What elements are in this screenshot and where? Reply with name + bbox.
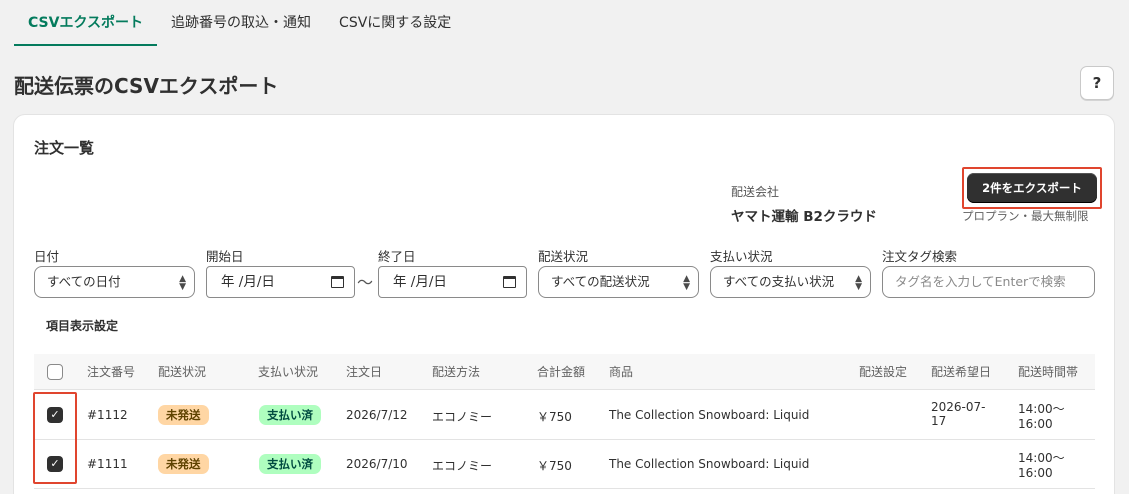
help-button[interactable]: ? [1080,66,1114,100]
time-slot: 14:00〜 16:00 [1018,400,1065,431]
start-date-value: 年 /月/日 [221,274,275,290]
page-title: 配送伝票のCSVエクスポート [14,74,279,98]
range-separator: 〜 [357,273,374,292]
ship-status-select[interactable]: すべての配送状況 ▲ ▼ [538,266,699,298]
ship-status-label: 配送状況 [538,249,589,264]
column-header: 注文日 [346,365,383,379]
plan-note: プロプラン・最大無制限 [962,209,1089,223]
calendar-icon[interactable] [503,276,516,288]
table-row[interactable]: ✓ #1112 未発送 支払い済 2026/7/12 エコノミー ￥750 Th… [34,391,1095,440]
checkbox-highlight-frame [33,392,77,484]
calendar-icon[interactable] [331,276,344,288]
time-slot-line: 16:00 [1018,417,1053,431]
time-slot-line: 14:00〜 [1018,402,1065,416]
export-button[interactable]: 2件をエクスポート [967,173,1097,203]
order-date: 2026/7/12 [346,408,408,422]
order-total: ￥750 [537,410,572,424]
tab-csv-settings[interactable]: CSVに関する設定 [325,0,465,46]
order-date: 2026/7/10 [346,457,408,471]
date-filter-label: 日付 [34,249,60,264]
time-slot: 14:00〜 16:00 [1018,449,1065,480]
tag-search-label: 注文タグ検索 [882,249,958,264]
column-header: 支払い状況 [258,365,319,379]
card-title: 注文一覧 [34,139,95,157]
table-row[interactable]: ✓ #1111 未発送 支払い済 2026/7/10 エコノミー ￥750 Th… [34,440,1095,489]
tab-bar: CSVエクスポート 追跡番号の取込・通知 CSVに関する設定 [14,0,465,46]
carrier-name: ヤマト運輸 B2クラウド [731,209,877,225]
order-total: ￥750 [537,459,572,473]
start-date-input[interactable]: 年 /月/日 [206,266,355,298]
column-header: 注文番号 [87,365,136,379]
column-header: 配送方法 [432,365,481,379]
pay-status-badge: 支払い済 [259,454,321,474]
end-date-label: 終了日 [378,249,416,264]
select-chevron-icon: ▲ ▼ [855,267,862,292]
tab-csv-export[interactable]: CSVエクスポート [14,0,158,46]
tag-search-input[interactable]: タグ名を入力してEnterで検索 [882,266,1095,298]
wish-date: 2026-07- 17 [931,400,985,428]
order-number[interactable]: #1112 [87,408,128,422]
end-date-input[interactable]: 年 /月/日 [378,266,527,298]
pay-status-select[interactable]: すべての支払い状況 ▲ ▼ [710,266,871,298]
pay-status-label: 支払い状況 [710,249,773,264]
order-number[interactable]: #1111 [87,457,128,471]
wish-date-line: 17 [931,414,947,428]
shipping-method: エコノミー [432,459,493,473]
product-name: The Collection Snowboard: Liquid [609,457,810,471]
ship-status-badge: 未発送 [158,454,209,474]
orders-card: 注文一覧 配送会社 ヤマト運輸 B2クラウド 2件をエクスポート プロプラン・最… [13,114,1115,494]
column-header: 配送状況 [158,365,207,379]
select-chevron-icon: ▲ ▼ [179,274,186,292]
shipping-method: エコノミー [432,410,493,424]
column-settings-link[interactable]: 項目表示設定 [46,317,118,334]
date-filter-select[interactable]: すべての日付 ▲ ▼ [34,266,195,298]
time-slot-line: 14:00〜 [1018,451,1065,465]
product-name: The Collection Snowboard: Liquid [609,408,810,422]
date-filter-value: すべての日付 [47,274,121,289]
time-slot-line: 16:00 [1018,466,1053,480]
column-header: 配送時間帯 [1018,365,1079,379]
ship-status-value: すべての配送状況 [551,274,650,289]
end-date-value: 年 /月/日 [393,274,447,290]
column-header: 商品 [609,365,634,379]
column-header: 合計金額 [537,365,586,379]
wish-date-line: 2026-07- [931,400,986,414]
carrier-label: 配送会社 [731,185,780,199]
pay-status-badge: 支払い済 [259,405,321,425]
table-header: 注文番号 配送状況 支払い状況 注文日 配送方法 合計金額 商品 配送設定 配送… [34,354,1095,390]
select-chevron-icon: ▲ ▼ [683,274,690,292]
tab-tracking-import[interactable]: 追跡番号の取込・通知 [157,0,325,46]
pay-status-value: すべての支払い状況 [723,274,835,289]
column-header: 配送設定 [859,365,908,379]
select-all-checkbox[interactable] [47,364,63,380]
start-date-label: 開始日 [206,249,244,264]
ship-status-badge: 未発送 [158,405,209,425]
column-header: 配送希望日 [931,365,992,379]
